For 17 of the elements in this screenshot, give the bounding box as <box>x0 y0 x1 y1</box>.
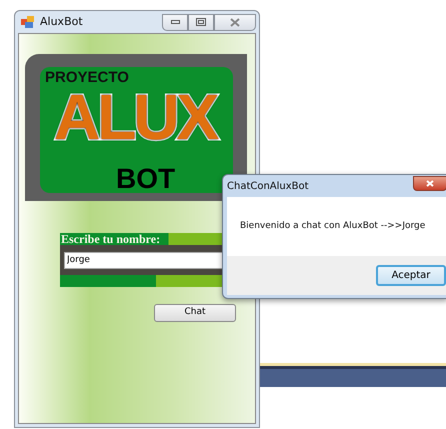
maximize-button[interactable] <box>188 14 214 30</box>
dialog-message: Bienvenido a chat con AluxBot -->>Jorge <box>240 221 426 231</box>
close-button[interactable] <box>214 14 256 30</box>
minimize-icon <box>170 20 180 24</box>
close-icon <box>230 18 240 26</box>
minimize-button[interactable] <box>162 14 188 30</box>
maximize-icon <box>196 18 206 26</box>
window-title: AluxBot <box>40 14 83 30</box>
logo-text: BOT <box>116 165 176 193</box>
close-icon <box>426 180 434 187</box>
chat-button[interactable]: Chat <box>154 304 236 322</box>
logo-text: PROYECTO <box>45 69 129 86</box>
app-icon <box>21 16 35 28</box>
close-button[interactable] <box>413 176 446 191</box>
accept-button[interactable]: Aceptar <box>376 265 446 286</box>
logo-title: ALUX <box>54 85 216 149</box>
dialog-title: ChatConAluxBot <box>227 180 309 194</box>
